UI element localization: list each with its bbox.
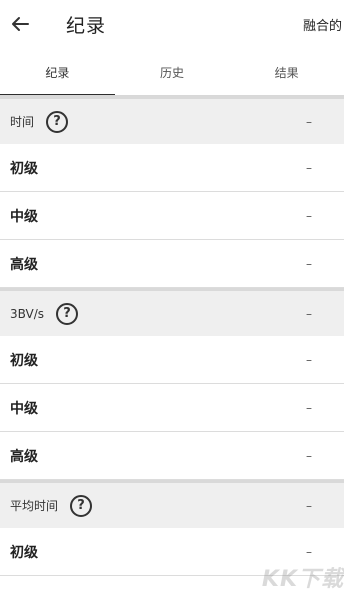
tab-results-label: 结果 — [274, 65, 299, 80]
row-value: – — [306, 160, 312, 175]
app-bar: 纪录 融合的 — [0, 0, 344, 48]
tab-records[interactable]: 纪录 — [0, 48, 115, 96]
tab-records-label: 纪录 — [45, 65, 70, 80]
list-item[interactable]: 高级 – — [0, 432, 344, 480]
row-label: 高级 — [10, 448, 38, 465]
row-value: – — [306, 352, 312, 367]
row-label: 初级 — [10, 544, 38, 561]
tab-history-label: 历史 — [160, 65, 185, 80]
page-title: 纪录 — [66, 14, 107, 37]
tab-results[interactable]: 结果 — [229, 48, 344, 96]
list-item[interactable]: 中级 – — [0, 192, 344, 240]
section-header-average-time: 平均时间 ? – — [0, 480, 344, 528]
list-item[interactable]: 初级 – — [0, 144, 344, 192]
section-label: 时间 — [10, 115, 35, 129]
section-value: – — [306, 114, 312, 129]
row-label: 初级 — [10, 352, 38, 369]
row-label: 中级 — [10, 400, 38, 417]
row-value: – — [306, 448, 312, 463]
section-header-3bvs: 3BV/s ? – — [0, 288, 344, 336]
question-circle-icon[interactable]: ? — [70, 494, 93, 517]
section-label: 平均时间 — [10, 499, 59, 513]
back-button[interactable] — [10, 14, 30, 34]
tab-history[interactable]: 历史 — [115, 48, 230, 96]
list-item[interactable]: 高级 – — [0, 240, 344, 288]
list-item[interactable]: 中级 – — [0, 384, 344, 432]
row-value: – — [306, 544, 312, 559]
right-action-button[interactable]: 融合的 — [303, 15, 342, 34]
row-label: 中级 — [10, 208, 38, 225]
question-circle-icon[interactable]: ? — [46, 110, 69, 133]
watermark: KK下载 — [261, 567, 344, 592]
row-value: – — [306, 256, 312, 271]
list-item[interactable]: 初级 – — [0, 336, 344, 384]
section-header-time: 时间 ? – — [0, 96, 344, 144]
row-label: 初级 — [10, 160, 38, 177]
arrow-left-icon — [12, 17, 29, 31]
row-value: – — [306, 400, 312, 415]
section-label: 3BV/s — [10, 306, 45, 321]
question-circle-icon[interactable]: ? — [56, 302, 79, 325]
tab-bar: 纪录 历史 结果 — [0, 48, 344, 96]
section-value: – — [306, 306, 312, 321]
records-list[interactable]: 时间 ? – 初级 – 中级 – 高级 – 3BV/s ? – 初级 – 中级 … — [0, 96, 344, 576]
row-label: 高级 — [10, 256, 38, 273]
row-value: – — [306, 208, 312, 223]
section-value: – — [306, 498, 312, 513]
